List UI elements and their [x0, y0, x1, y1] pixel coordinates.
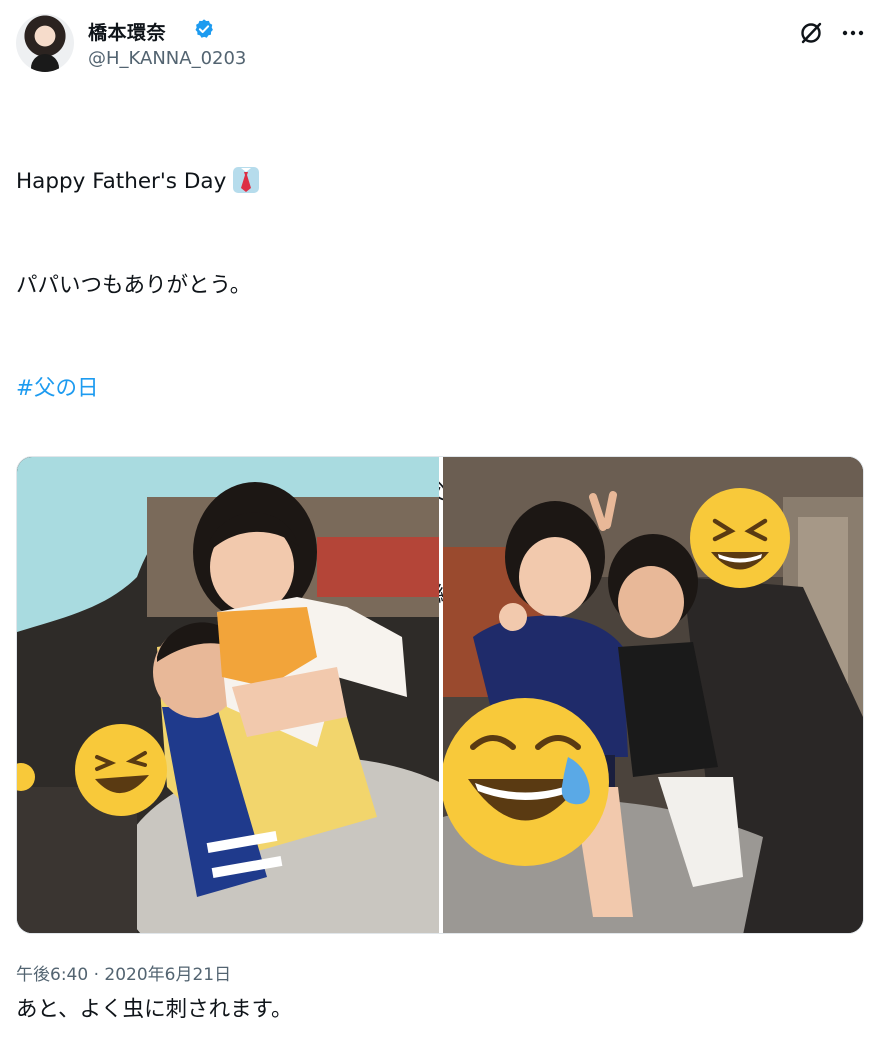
tweet-line: Happy Father's Day [16, 165, 864, 200]
photo-right[interactable] [443, 457, 863, 933]
necktie-emoji [233, 167, 260, 193]
photo-right-image [443, 457, 863, 933]
tweet-timestamp[interactable]: 午後6:40 · 2020年6月21日 [16, 960, 231, 985]
user-handle[interactable]: @H_KANNA_0203 [88, 48, 246, 69]
photo-left-image [17, 457, 439, 933]
profile-avatar[interactable] [16, 14, 74, 72]
tweet-header: 橋本環奈 @H_KANNA_0203 [16, 12, 864, 76]
grok-icon[interactable] [798, 20, 824, 46]
photo-left[interactable] [17, 457, 439, 933]
tweet-line: あと、よく虫に刺されます。 [16, 997, 293, 1022]
more-options-icon[interactable] [840, 20, 866, 46]
verified-badge-icon [195, 19, 213, 38]
tweet-line: パパいつもありがとう。 [16, 272, 252, 298]
tweet-media [16, 456, 864, 934]
display-name[interactable]: 橋本環奈 [88, 18, 166, 45]
hashtag-link[interactable]: #父の日 [16, 372, 864, 407]
